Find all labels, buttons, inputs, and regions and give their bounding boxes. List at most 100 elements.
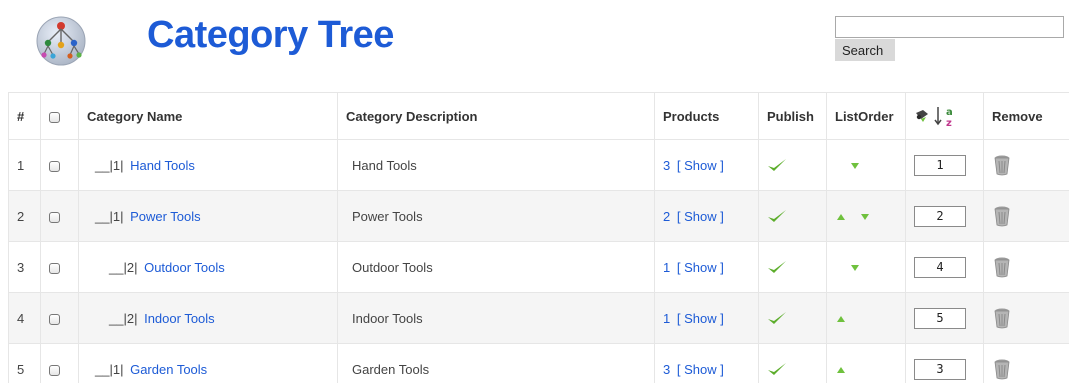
product-count: 1: [663, 310, 671, 326]
show-products-link[interactable]: [ Show ]: [677, 362, 724, 377]
col-header-products: Products: [654, 92, 759, 140]
category-name-cell: __|1| Garden Tools: [78, 343, 338, 383]
category-description: Outdoor Tools: [337, 241, 655, 293]
tree-level-prefix: __|1|: [95, 208, 124, 224]
order-cell: [905, 190, 984, 242]
arrow-up-icon[interactable]: [837, 367, 845, 374]
page-title: Category Tree: [147, 14, 394, 56]
trash-icon[interactable]: [992, 256, 1012, 278]
order-input[interactable]: [914, 256, 966, 278]
tree-level-prefix: __|1|: [95, 361, 124, 377]
row-checkbox[interactable]: [49, 262, 60, 274]
listorder-cell: [826, 343, 906, 383]
order-cell: [905, 241, 984, 293]
row-select-cell: [40, 139, 79, 191]
row-number: 1: [8, 139, 41, 191]
col-header-select: [40, 92, 79, 140]
order-input[interactable]: [914, 205, 966, 227]
trash-icon[interactable]: [992, 307, 1012, 329]
svg-text:a: a: [946, 107, 953, 118]
row-number: 4: [8, 292, 41, 344]
checkmark-icon[interactable]: [767, 156, 787, 174]
sort-alpha-icon[interactable]: a z: [934, 104, 958, 128]
order-input[interactable]: [914, 307, 966, 329]
listorder-cell: [826, 292, 906, 344]
listorder-cell: [826, 190, 906, 242]
arrow-up-icon[interactable]: [837, 316, 845, 323]
trash-icon[interactable]: [992, 205, 1012, 227]
select-all-checkbox[interactable]: [49, 111, 60, 123]
table-row: 1 __|1| Hand Tools Hand Tools 3 [ Show ]: [8, 139, 1069, 191]
row-number: 3: [8, 241, 41, 293]
order-cell: [905, 139, 984, 191]
publish-cell: [758, 292, 827, 344]
save-order-icon[interactable]: [914, 108, 930, 124]
col-header-name: Category Name: [78, 92, 338, 140]
category-name-cell: __|1| Power Tools: [78, 190, 338, 242]
show-products-link[interactable]: [ Show ]: [677, 311, 724, 326]
row-checkbox[interactable]: [49, 211, 60, 223]
col-header-num: #: [8, 92, 41, 140]
col-header-listorder: ListOrder: [826, 92, 906, 140]
category-link[interactable]: Hand Tools: [130, 158, 195, 173]
row-number: 5: [8, 343, 41, 383]
listorder-cell: [826, 139, 906, 191]
col-header-remove: Remove: [983, 92, 1069, 140]
col-header-description: Category Description: [337, 92, 655, 140]
svg-text:z: z: [946, 118, 952, 128]
show-products-link[interactable]: [ Show ]: [677, 209, 724, 224]
row-checkbox[interactable]: [49, 364, 60, 376]
publish-cell: [758, 139, 827, 191]
row-select-cell: [40, 292, 79, 344]
checkmark-icon[interactable]: [767, 309, 787, 327]
category-link[interactable]: Garden Tools: [130, 362, 207, 377]
row-checkbox[interactable]: [49, 160, 60, 172]
col-header-publish: Publish: [758, 92, 827, 140]
publish-cell: [758, 190, 827, 242]
trash-icon[interactable]: [992, 358, 1012, 380]
arrow-up-icon[interactable]: [837, 214, 845, 221]
product-count: 1: [663, 259, 671, 275]
search-input[interactable]: [835, 16, 1064, 38]
category-name-cell: __|2| Indoor Tools: [78, 292, 338, 344]
arrow-down-icon[interactable]: [851, 163, 859, 170]
show-products-link[interactable]: [ Show ]: [677, 260, 724, 275]
arrow-down-icon[interactable]: [851, 265, 859, 272]
table-row: 3 __|2| Outdoor Tools Outdoor Tools 1 [ …: [8, 241, 1069, 293]
table-row: 4 __|2| Indoor Tools Indoor Tools 1 [ Sh…: [8, 292, 1069, 344]
trash-icon[interactable]: [992, 154, 1012, 176]
order-input[interactable]: [914, 358, 966, 380]
row-checkbox[interactable]: [49, 313, 60, 325]
remove-cell: [983, 343, 1069, 383]
order-input[interactable]: [914, 154, 966, 176]
arrow-down-icon[interactable]: [860, 214, 869, 221]
remove-cell: [983, 292, 1069, 344]
table-row: 5 __|1| Garden Tools Garden Tools 3 [ Sh…: [8, 343, 1069, 383]
tree-level-prefix: __|2|: [109, 259, 138, 275]
category-description: Power Tools: [337, 190, 655, 242]
tree-level-prefix: __|2|: [109, 310, 138, 326]
products-cell: 3 [ Show ]: [654, 343, 759, 383]
row-select-cell: [40, 343, 79, 383]
category-link[interactable]: Outdoor Tools: [144, 260, 225, 275]
checkmark-icon[interactable]: [767, 207, 787, 225]
order-cell: [905, 343, 984, 383]
row-select-cell: [40, 190, 79, 242]
category-tree-logo-icon: [36, 16, 86, 66]
product-count: 2: [663, 208, 671, 224]
remove-cell: [983, 190, 1069, 242]
listorder-cell: [826, 241, 906, 293]
row-select-cell: [40, 241, 79, 293]
show-products-link[interactable]: [ Show ]: [677, 158, 724, 173]
tree-level-prefix: __|1|: [95, 157, 124, 173]
category-link[interactable]: Power Tools: [130, 209, 201, 224]
table-row: 2 __|1| Power Tools Power Tools 2 [ Show…: [8, 190, 1069, 242]
search-button[interactable]: Search: [835, 39, 895, 61]
products-cell: 2 [ Show ]: [654, 190, 759, 242]
checkmark-icon[interactable]: [767, 360, 787, 378]
checkmark-icon[interactable]: [767, 258, 787, 276]
table-header-row: # Category Name Category Description Pro…: [8, 92, 1069, 140]
category-link[interactable]: Indoor Tools: [144, 311, 215, 326]
order-cell: [905, 292, 984, 344]
row-number: 2: [8, 190, 41, 242]
